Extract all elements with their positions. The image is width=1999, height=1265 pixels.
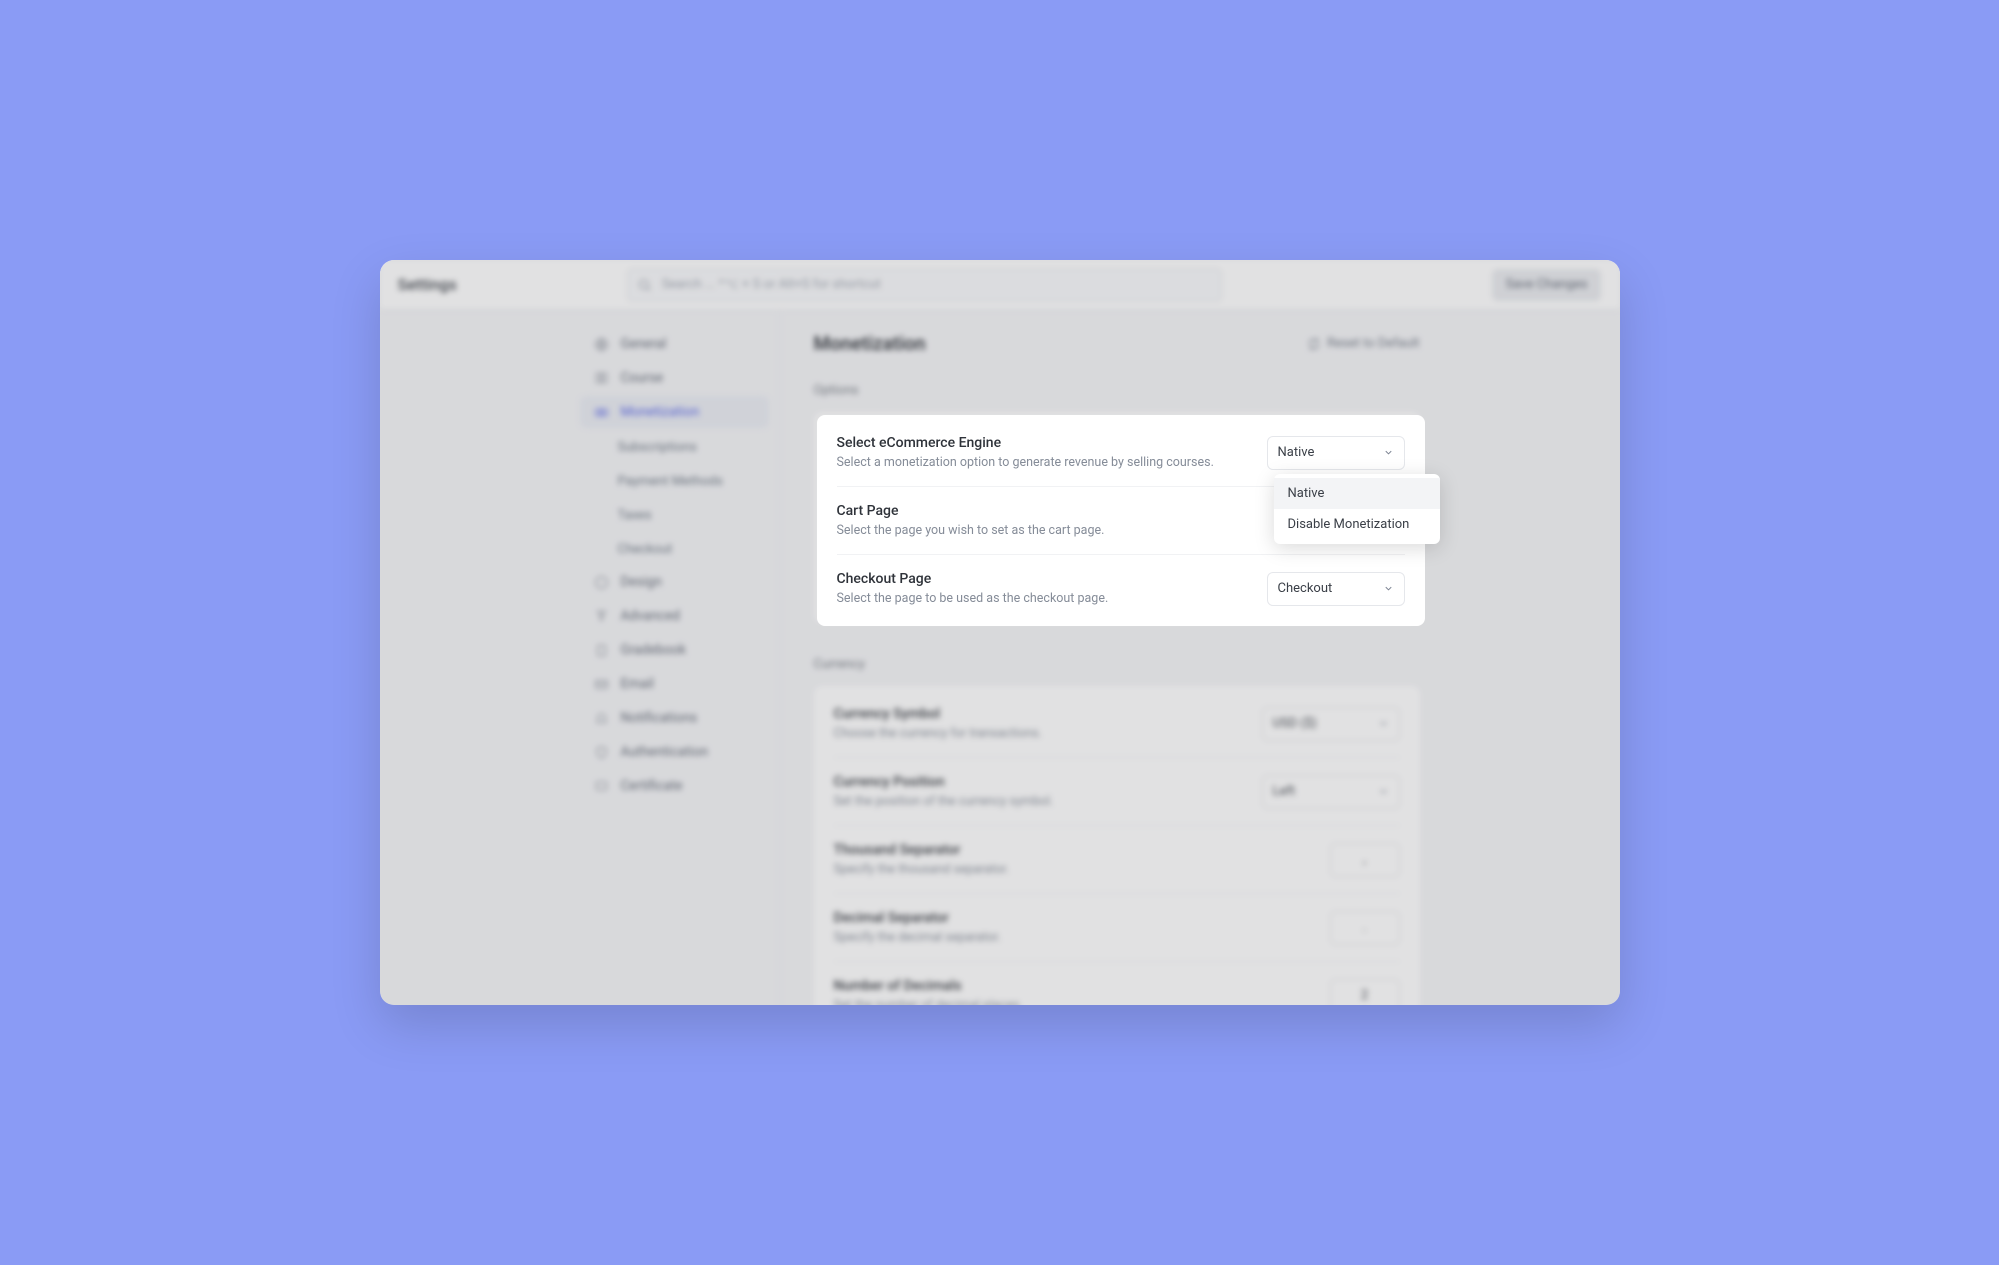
sidebar-item-authentication[interactable]: Authentication <box>580 736 769 768</box>
sidebar-sub-taxes[interactable]: Taxes <box>580 498 769 532</box>
dropdown-option-native[interactable]: Native <box>1274 478 1440 509</box>
search-input[interactable] <box>627 268 1222 302</box>
sidebar: General Course Monetization Subscription… <box>380 310 780 1005</box>
filter-icon <box>594 609 609 624</box>
topbar: Settings Save Changes <box>380 260 1620 310</box>
select-checkout-page[interactable]: Checkout <box>1267 572 1405 606</box>
bell-icon <box>594 711 609 726</box>
sidebar-sub-subscriptions[interactable]: Subscriptions <box>580 430 769 464</box>
save-button[interactable]: Save Changes <box>1492 269 1602 301</box>
cash-icon <box>594 405 609 420</box>
currency-card: Currency Symbol Choose the currency for … <box>814 686 1420 1005</box>
mail-icon <box>594 677 609 692</box>
shield-icon <box>594 745 609 760</box>
refresh-icon <box>1307 337 1321 351</box>
search-wrap <box>627 268 1222 302</box>
section-label-currency: Currency <box>814 657 1420 672</box>
sidebar-item-notifications[interactable]: Notifications <box>580 702 769 734</box>
row-decimal-separator: Decimal Separator Specify the decimal se… <box>834 894 1400 962</box>
select-ecommerce-engine[interactable]: Native <box>1267 436 1405 470</box>
sidebar-item-certificate[interactable]: Certificate <box>580 770 769 802</box>
row-thousand-separator: Thousand Separator Specify the thousand … <box>834 826 1400 894</box>
search-icon <box>637 277 652 292</box>
sidebar-item-course[interactable]: Course <box>580 362 769 394</box>
dropdown-option-disable[interactable]: Disable Monetization <box>1274 509 1440 540</box>
sidebar-sub-payment-methods[interactable]: Payment Methods <box>580 464 769 498</box>
select-currency-symbol[interactable]: USD ($) <box>1262 707 1400 741</box>
sidebar-item-gradebook[interactable]: Gradebook <box>580 634 769 666</box>
main-title: Monetization <box>814 332 926 355</box>
chevron-down-icon <box>1378 718 1389 729</box>
chevron-down-icon <box>1383 447 1394 458</box>
palette-icon <box>594 575 609 590</box>
input-thousand-separator[interactable] <box>1330 843 1400 877</box>
ecommerce-engine-dropdown[interactable]: Native Disable Monetization <box>1274 474 1440 544</box>
chevron-down-icon <box>1378 786 1389 797</box>
sidebar-sub-checkout[interactable]: Checkout <box>580 532 769 566</box>
clipboard-icon <box>594 643 609 658</box>
row-number-decimals: Number of Decimals Set the number of dec… <box>834 962 1400 1005</box>
book-icon <box>594 371 609 386</box>
section-label-options: Options <box>814 383 1420 398</box>
row-currency-symbol: Currency Symbol Choose the currency for … <box>834 690 1400 758</box>
reset-button[interactable]: Reset to Default <box>1307 336 1419 351</box>
input-decimal-separator[interactable] <box>1330 911 1400 945</box>
row-currency-position: Currency Position Set the position of th… <box>834 758 1400 826</box>
sidebar-item-email[interactable]: Email <box>580 668 769 700</box>
page-title: Settings <box>398 275 457 294</box>
sidebar-item-design[interactable]: Design <box>580 566 769 598</box>
row-checkout-page: Checkout Page Select the page to be used… <box>837 555 1405 622</box>
input-number-decimals[interactable] <box>1330 979 1400 1006</box>
sidebar-item-monetization[interactable]: Monetization <box>580 396 769 428</box>
globe-icon <box>594 337 609 352</box>
select-currency-position[interactable]: Left <box>1262 775 1400 809</box>
chevron-down-icon <box>1383 583 1394 594</box>
sidebar-item-general[interactable]: General <box>580 328 769 360</box>
settings-window: Settings Save Changes General Course Mon… <box>380 260 1620 1005</box>
badge-icon <box>594 779 609 794</box>
sidebar-item-advanced[interactable]: Advanced <box>580 600 769 632</box>
